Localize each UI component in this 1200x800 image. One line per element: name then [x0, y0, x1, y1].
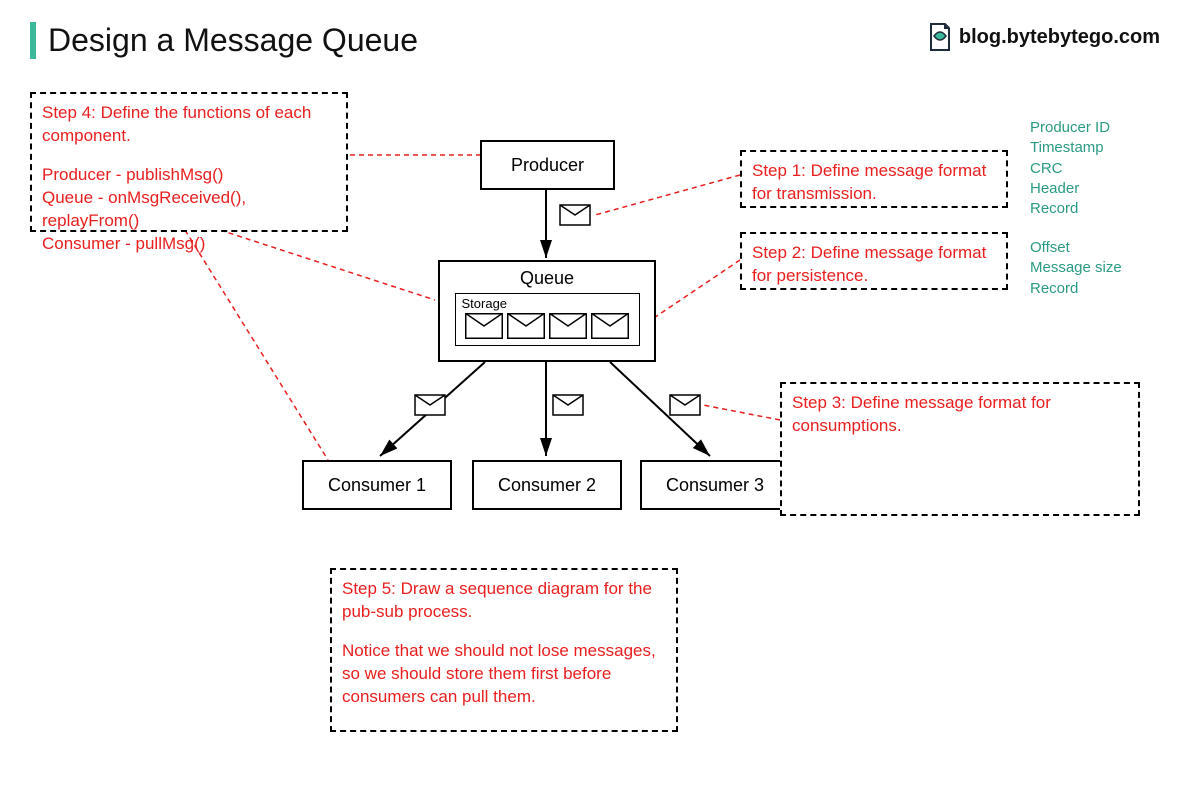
step4-line-consumer: Consumer - pullMsg() [42, 233, 336, 256]
brand-text: blog.bytebytego.com [959, 26, 1160, 49]
step3-box: Step 3: Define message format for consum… [780, 382, 1140, 516]
step5-box: Step 5: Draw a sequence diagram for the … [330, 568, 678, 732]
storage-label: Storage [462, 296, 633, 311]
persistence-note-line: Message size [1030, 258, 1122, 278]
step4-line-producer: Producer - publishMsg() [42, 164, 336, 187]
envelope-icon [465, 313, 503, 339]
consumer3-box: Consumer 3 [640, 460, 790, 510]
step2-text: Step 2: Define message format for persis… [752, 243, 986, 285]
step4-box: Step 4: Define the functions of each com… [30, 92, 348, 232]
transmission-note-line: CRC [1030, 159, 1110, 179]
step5-heading: Step 5: Draw a sequence diagram for the … [342, 578, 666, 624]
envelope-icon [549, 313, 587, 339]
consumer2-label: Consumer 2 [498, 475, 596, 496]
brand: blog.bytebytego.com [927, 22, 1160, 52]
persistence-note-line: Offset [1030, 238, 1122, 258]
queue-box: Queue Storage [438, 260, 656, 362]
consumer1-box: Consumer 1 [302, 460, 452, 510]
transmission-note-line: Record [1030, 199, 1110, 219]
consumer1-label: Consumer 1 [328, 475, 426, 496]
persistence-notes: Offset Message size Record [1030, 238, 1122, 299]
step4-heading: Step 4: Define the functions of each com… [42, 102, 336, 148]
storage-box: Storage [455, 293, 640, 346]
step1-text: Step 1: Define message format for transm… [752, 161, 986, 203]
consumer2-box: Consumer 2 [472, 460, 622, 510]
transmission-note-line: Timestamp [1030, 138, 1110, 158]
producer-box: Producer [480, 140, 615, 190]
transmission-notes: Producer ID Timestamp CRC Header Record [1030, 118, 1110, 219]
envelope-icon [591, 313, 629, 339]
queue-label: Queue [520, 268, 574, 289]
step5-body: Notice that we should not lose messages,… [342, 640, 666, 709]
transmission-note-line: Producer ID [1030, 118, 1110, 138]
storage-row [462, 313, 633, 339]
step1-box: Step 1: Define message format for transm… [740, 150, 1008, 208]
step2-box: Step 2: Define message format for persis… [740, 232, 1008, 290]
page-title: Design a Message Queue [30, 22, 418, 59]
step4-line-queue: Queue - onMsgReceived(), replayFrom() [42, 187, 336, 233]
consumer3-label: Consumer 3 [666, 475, 764, 496]
transmission-note-line: Header [1030, 179, 1110, 199]
producer-label: Producer [511, 155, 584, 176]
brand-logo-icon [927, 22, 953, 52]
persistence-note-line: Record [1030, 279, 1122, 299]
step3-text: Step 3: Define message format for consum… [792, 393, 1051, 435]
envelope-icon [507, 313, 545, 339]
